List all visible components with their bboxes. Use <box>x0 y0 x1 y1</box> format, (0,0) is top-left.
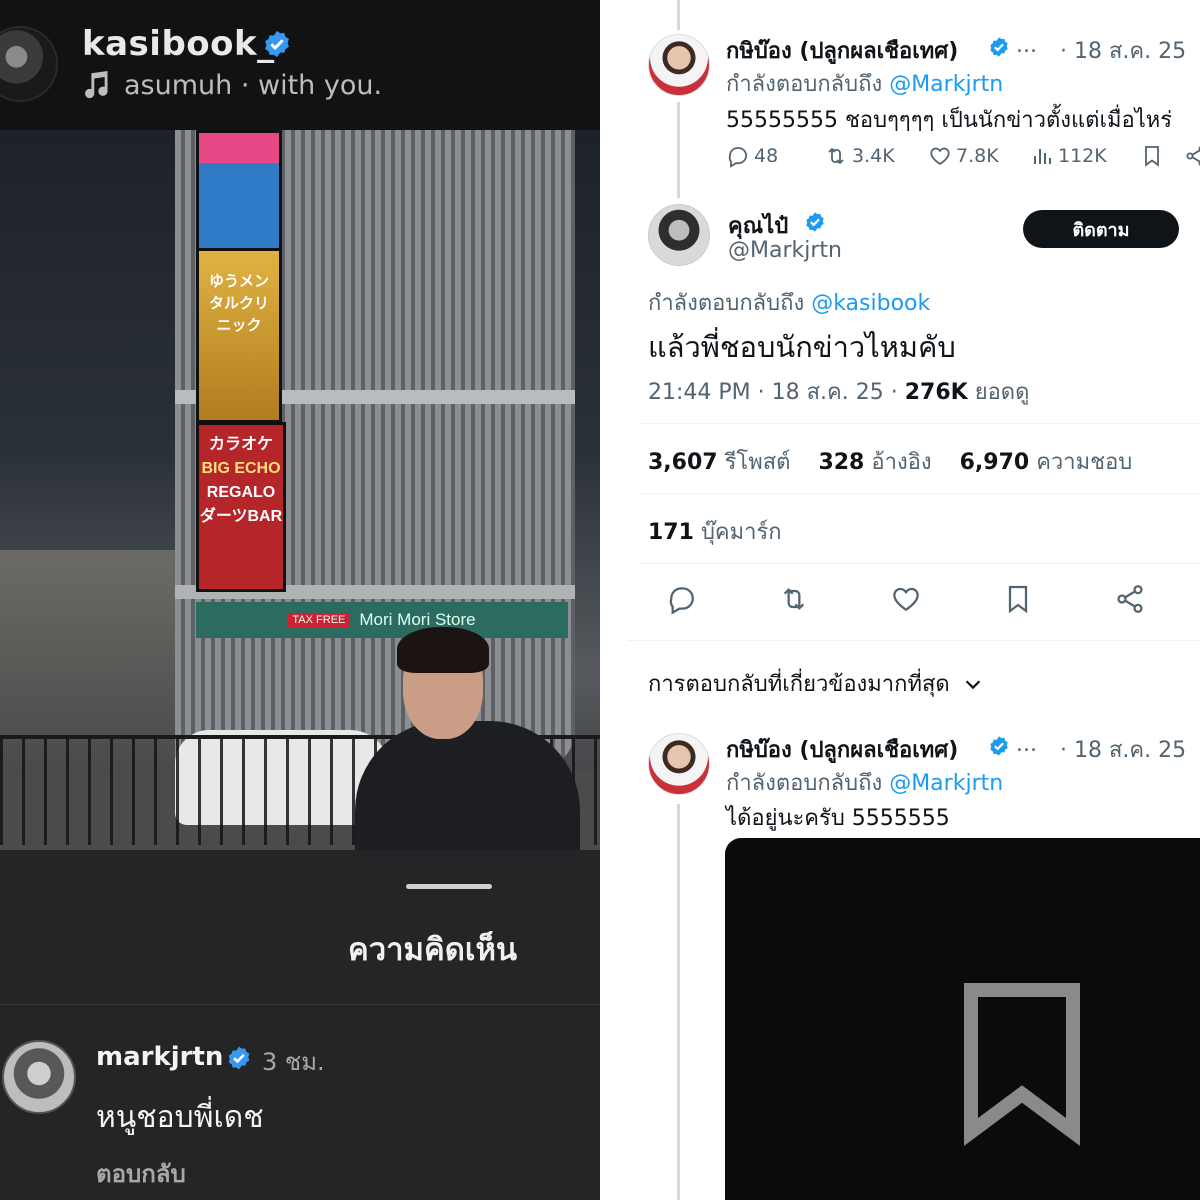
tweet-author-name[interactable]: กษิบ๊อง (ปลูกผลเชือเทศ) <box>726 732 958 767</box>
tweet-actions: 48 3.4K 7.8K 112K <box>726 144 1200 168</box>
comment-reply-button[interactable]: ตอบกลับ <box>96 1154 186 1193</box>
tweet-timestamp: 21:44 PM · 18 ส.ค. 25 · 276K ยอดดู <box>648 380 1030 405</box>
tweet-date[interactable]: · 18 ส.ค. 25 <box>1060 732 1186 767</box>
avatar[interactable] <box>648 204 710 266</box>
verified-badge-icon <box>228 1046 250 1070</box>
sheet-drag-handle[interactable] <box>406 884 492 889</box>
divider <box>640 493 1200 494</box>
comments-sheet <box>0 850 600 1200</box>
divider <box>640 423 1200 424</box>
bookmark-icon <box>1145 146 1159 167</box>
neon-sign-yellow: ゆうメンタルクリニック <box>196 248 282 423</box>
avatar[interactable] <box>648 733 710 795</box>
tweet-text: ได้อยู่นะครับ 5555555 <box>726 806 950 831</box>
mention-link[interactable]: @Markjrtn <box>889 72 1003 97</box>
instagram-story-panel: kasibook_ asumuh · with you. ゆうメンタルクリニック… <box>0 0 600 1200</box>
reply-sort-dropdown[interactable]: การตอบกลับที่เกี่ยวข้องมากที่สุด <box>648 666 984 701</box>
quotes-stat[interactable]: 328 อ้างอิง <box>818 450 931 475</box>
neon-sign-blue <box>196 130 282 255</box>
reply-icon <box>669 587 694 615</box>
thread-line <box>677 102 680 198</box>
divider <box>0 1004 600 1005</box>
follow-button[interactable]: ติดตาม <box>1023 210 1179 248</box>
tweet-text: แล้วพี่ชอบนักข่าวไหมคับ <box>648 330 956 364</box>
story-username[interactable]: kasibook_ <box>82 24 275 64</box>
karaoke-sign: カラオケ BIG ECHO REGALO ダーツBAR <box>196 422 286 592</box>
replying-to: กำลังตอบกลับถึง @Markjrtn <box>726 771 1004 796</box>
mention-link[interactable]: @Markjrtn <box>889 771 1003 796</box>
store-sign: TAX FREE Mori Mori Store <box>196 602 568 638</box>
avatar[interactable] <box>648 34 710 96</box>
verified-badge-icon <box>990 736 1008 756</box>
twitter-thread-panel: กษิบ๊อง (ปลูกผลเชือเทศ) ... · 18 ส.ค. 25… <box>600 0 1200 1200</box>
tweet-date[interactable]: · 18 ส.ค. 25 <box>1060 33 1186 68</box>
thread-line <box>677 804 680 1200</box>
comments-title: ความคิดเห็น <box>348 932 518 968</box>
person <box>355 627 580 850</box>
main-tweet-actions <box>666 583 1200 619</box>
story-photo: ゆうメンタルクリニック カラオケ BIG ECHO REGALO ダーツBAR … <box>0 130 600 850</box>
like-button[interactable]: 7.8K <box>928 144 1030 168</box>
comment-avatar[interactable] <box>2 1040 76 1114</box>
replying-to: กำลังตอบกลับถึง @Markjrtn <box>726 72 1004 97</box>
share-button[interactable] <box>1114 583 1200 619</box>
tweet-text: 55555555 ชอบๆๆๆๆ เป็นนักข่าวตั้งแต่เมื่อ… <box>726 108 1173 133</box>
bookmark-icon <box>964 983 1080 1146</box>
views-chart-icon <box>1034 149 1051 164</box>
chevron-down-icon <box>965 679 980 689</box>
divider <box>628 640 1200 641</box>
reply-button[interactable] <box>666 583 778 619</box>
story-header: kasibook_ asumuh · with you. <box>0 0 600 130</box>
verified-badge-icon <box>806 212 824 232</box>
music-note-icon <box>85 70 108 98</box>
heart-icon <box>893 587 919 611</box>
verified-badge-icon <box>990 37 1008 57</box>
avatar[interactable] <box>0 26 58 102</box>
divider <box>640 563 1200 564</box>
music-label: asumuh · with you. <box>124 70 383 101</box>
retweet-icon <box>828 147 844 165</box>
share-icon <box>1117 585 1143 613</box>
music-row[interactable]: asumuh · with you. <box>82 70 382 101</box>
comment-time: 3 ชม. <box>262 1048 325 1076</box>
view-count: 276K <box>904 380 968 405</box>
views-button[interactable]: 112K <box>1030 144 1140 168</box>
bookmark-icon <box>1008 585 1028 614</box>
share-icon <box>1186 146 1200 166</box>
thread-line <box>677 0 680 30</box>
tweet-media-attachment[interactable] <box>725 838 1200 1200</box>
likes-stat[interactable]: 6,970 ความชอบ <box>960 450 1133 475</box>
retweet-icon <box>783 588 805 610</box>
replying-to: กำลังตอบกลับถึง @kasibook <box>648 291 931 316</box>
tweet-author-handle[interactable]: @Markjrtn <box>728 238 842 263</box>
bookmark-button[interactable] <box>1002 583 1114 619</box>
tweet-ellipsis: ... <box>1016 732 1037 757</box>
retweet-button[interactable] <box>778 583 890 619</box>
comment-text: หนูชอบพี่เดช <box>96 1100 264 1135</box>
retweet-button[interactable]: 3.4K <box>824 144 928 168</box>
tweet-ellipsis: ... <box>1016 33 1037 58</box>
tweet-author-name[interactable]: กษิบ๊อง (ปลูกผลเชือเทศ) <box>726 33 958 68</box>
mention-link[interactable]: @kasibook <box>811 291 930 316</box>
share-button[interactable] <box>1184 144 1200 168</box>
verified-badge-icon <box>265 30 289 58</box>
retweets-stat[interactable]: 3,607 รีโพสต์ <box>648 450 790 475</box>
engagement-stats: 3,607 รีโพสต์ 328 อ้างอิง 6,970 ความชอบ <box>648 444 1132 479</box>
comment-username[interactable]: markjrtn <box>96 1042 223 1072</box>
reply-button[interactable]: 48 <box>726 144 824 168</box>
heart-icon <box>930 147 950 166</box>
bookmarks-stat[interactable]: 171 บุ๊คมาร์ก <box>648 514 782 549</box>
reply-icon <box>728 147 747 168</box>
like-button[interactable] <box>890 583 1002 619</box>
bookmark-button[interactable] <box>1140 144 1184 168</box>
